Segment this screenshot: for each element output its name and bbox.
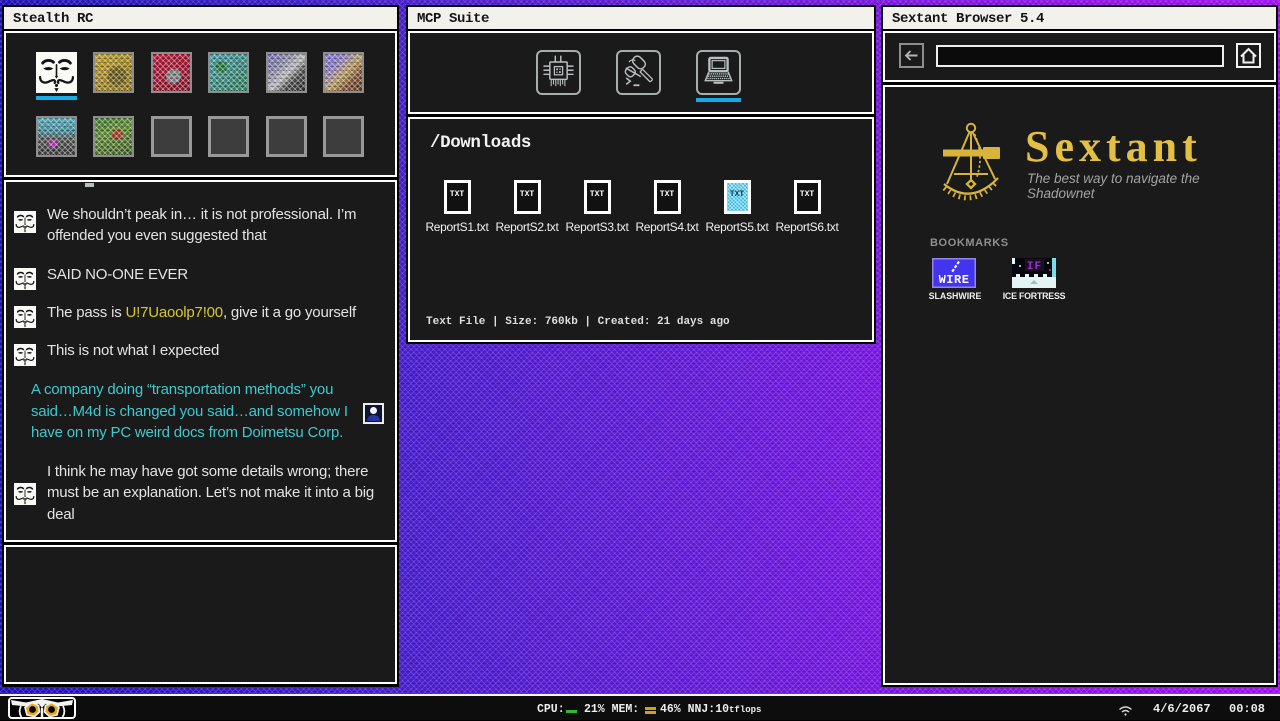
svg-text:IF: IF [1027,261,1042,273]
svg-text:WIRE: WIRE [939,273,970,287]
